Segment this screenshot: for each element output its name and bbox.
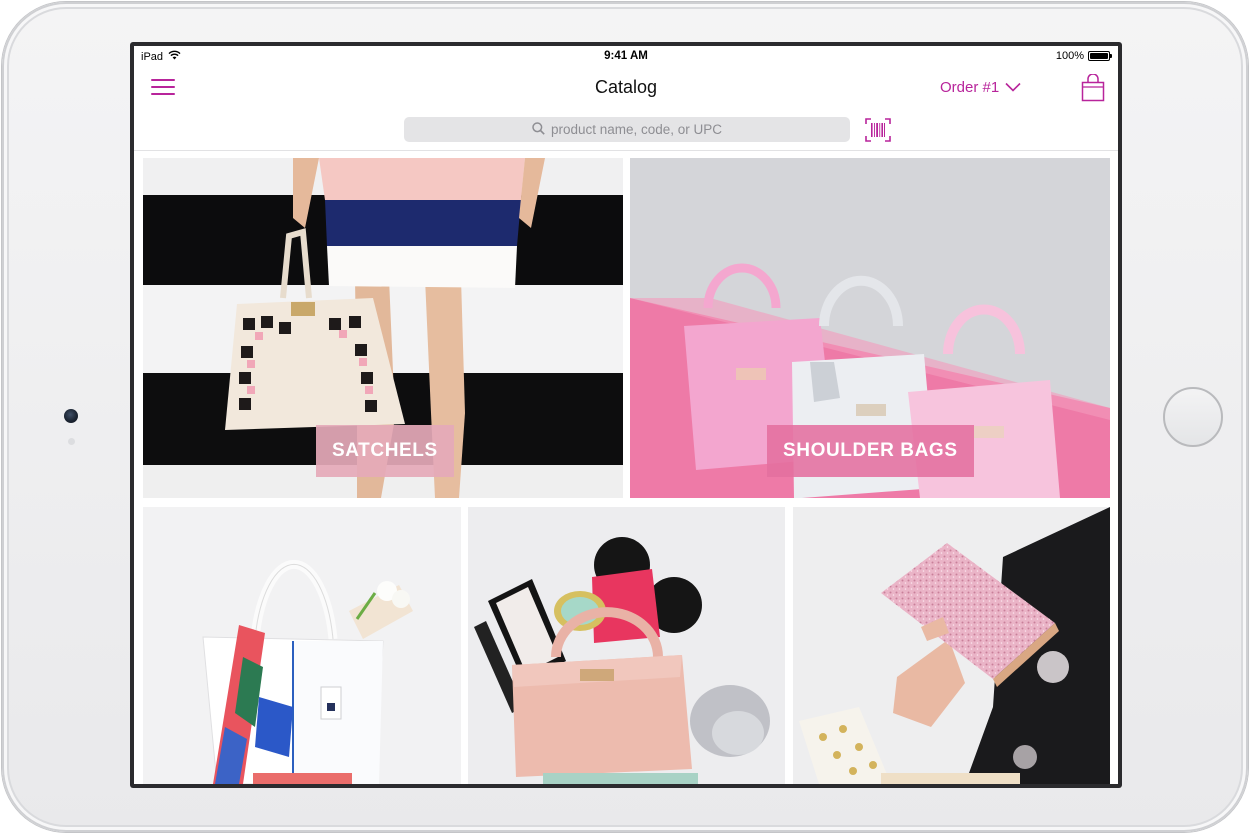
status-bar: iPad 9:41 AM 100% <box>134 46 1118 66</box>
home-button[interactable] <box>1163 387 1223 447</box>
category-tile-shoulder-bags[interactable]: SHOULDER BAGS <box>630 158 1110 498</box>
category-label: SATCHELS <box>316 425 454 477</box>
category-tile-5[interactable] <box>793 507 1110 784</box>
battery-percent: 100% <box>1055 50 1084 62</box>
search-input[interactable]: product name, code, or UPC <box>404 117 850 142</box>
order-label: Order #1 <box>940 79 1000 96</box>
category-tile-satchels[interactable]: SATCHELS <box>143 158 623 498</box>
handbag-accessories-photo <box>468 507 785 784</box>
status-time: 9:41 AM <box>604 50 648 62</box>
shopping-bag-icon[interactable] <box>1081 73 1105 102</box>
category-label <box>543 773 698 784</box>
category-tile-4[interactable] <box>468 507 785 784</box>
category-tile-3[interactable] <box>143 507 461 784</box>
barcode-scanner-icon[interactable] <box>865 118 891 142</box>
category-label: SHOULDER BAGS <box>767 425 974 477</box>
magnifying-glass-icon <box>532 121 545 138</box>
front-camera <box>64 409 78 423</box>
status-right: 100% <box>1055 50 1112 62</box>
glitter-wallet-photo <box>793 507 1110 784</box>
chevron-down-icon <box>1005 79 1021 96</box>
category-label <box>253 773 352 784</box>
header-divider <box>134 150 1118 151</box>
light-sensor <box>68 438 75 445</box>
search-placeholder: product name, code, or UPC <box>550 122 723 137</box>
category-label <box>881 773 1020 784</box>
order-selector[interactable]: Order #1 <box>940 79 1021 96</box>
tote-bag-photo <box>143 507 461 784</box>
app-display: iPad 9:41 AM 100% Catalog Order #1 produ… <box>134 46 1118 784</box>
battery-icon <box>1088 51 1112 61</box>
